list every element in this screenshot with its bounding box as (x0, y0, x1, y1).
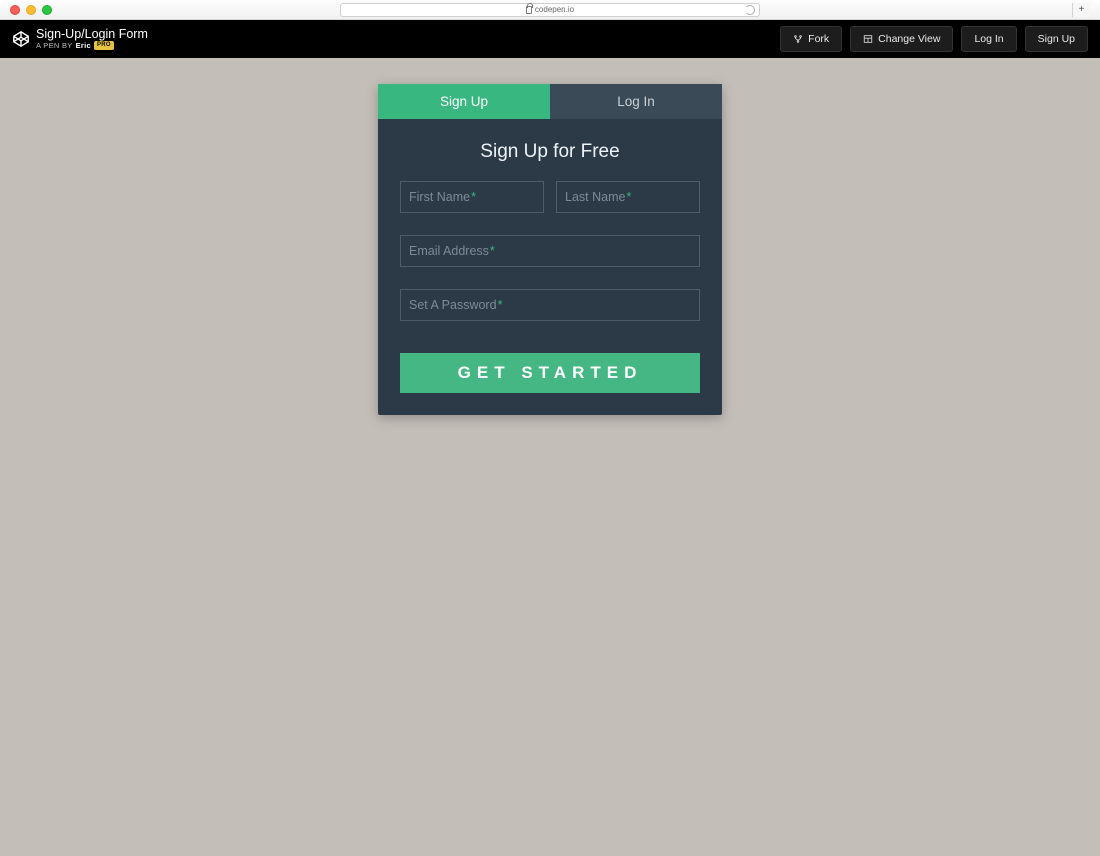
tab-login[interactable]: Log In (550, 84, 722, 119)
fork-label: Fork (808, 33, 829, 45)
tab-login-label: Log In (617, 94, 655, 109)
reload-icon[interactable] (745, 5, 755, 15)
address-url: codepen.io (535, 5, 574, 14)
email-row: Email Address* (400, 235, 700, 267)
pen-title-block: Sign-Up/Login Form A PEN BY Eric PRO (36, 28, 148, 49)
password-row: Set A Password* (400, 289, 700, 321)
header-signup-label: Sign Up (1038, 33, 1075, 45)
password-field[interactable]: Set A Password* (400, 289, 700, 321)
submit-label: GET STARTED (458, 363, 643, 382)
auth-card: Sign Up Log In Sign Up for Free First Na… (378, 84, 722, 415)
tab-signup[interactable]: Sign Up (378, 84, 550, 119)
page-body: Sign Up Log In Sign Up for Free First Na… (0, 58, 1100, 856)
subtitle-prefix: A PEN BY (36, 42, 73, 50)
lock-icon (526, 6, 532, 14)
close-window-icon[interactable] (10, 5, 20, 15)
first-name-field[interactable]: First Name* (400, 181, 544, 213)
password-placeholder: Set A Password* (409, 298, 502, 312)
header-actions: Fork Change View Log In Sign Up (780, 26, 1088, 52)
email-field[interactable]: Email Address* (400, 235, 700, 267)
form-area: First Name* Last Name* Email Address* Se… (378, 181, 722, 393)
auth-tabs: Sign Up Log In (378, 84, 722, 119)
minimize-window-icon[interactable] (26, 5, 36, 15)
change-view-label: Change View (878, 33, 940, 45)
pen-author[interactable]: Eric (76, 42, 91, 50)
last-name-field[interactable]: Last Name* (556, 181, 700, 213)
new-tab-button[interactable]: + (1072, 3, 1090, 17)
email-placeholder: Email Address* (409, 244, 495, 258)
fork-button[interactable]: Fork (780, 26, 842, 52)
get-started-button[interactable]: GET STARTED (400, 353, 700, 393)
maximize-window-icon[interactable] (42, 5, 52, 15)
browser-chrome: codepen.io + (0, 0, 1100, 20)
header-login-button[interactable]: Log In (961, 26, 1016, 52)
app-header: Sign-Up/Login Form A PEN BY Eric PRO For… (0, 20, 1100, 58)
layout-icon (863, 34, 873, 44)
window-traffic-lights (10, 5, 52, 15)
first-name-placeholder: First Name* (409, 190, 476, 204)
pro-badge: PRO (94, 41, 114, 49)
pen-subtitle: A PEN BY Eric PRO (36, 41, 148, 49)
change-view-button[interactable]: Change View (850, 26, 953, 52)
header-signup-button[interactable]: Sign Up (1025, 26, 1088, 52)
pen-title: Sign-Up/Login Form (36, 28, 148, 41)
tab-signup-label: Sign Up (440, 94, 488, 109)
header-login-label: Log In (974, 33, 1003, 45)
name-row: First Name* Last Name* (400, 181, 700, 213)
fork-icon (793, 34, 803, 44)
codepen-logo-icon (12, 30, 30, 48)
form-title: Sign Up for Free (378, 119, 722, 181)
last-name-placeholder: Last Name* (565, 190, 631, 204)
address-bar[interactable]: codepen.io (340, 3, 760, 17)
